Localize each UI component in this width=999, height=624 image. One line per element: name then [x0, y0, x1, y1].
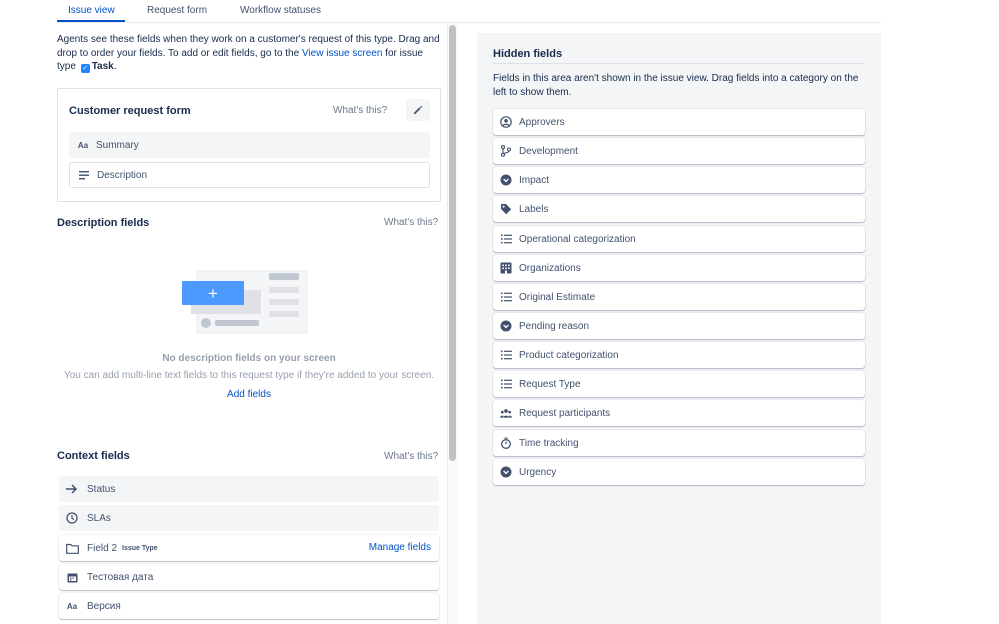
context-field-label: Тестовая дата: [87, 571, 154, 583]
context-field-version[interactable]: Aa Версия: [59, 593, 439, 619]
edit-request-form-button[interactable]: [406, 99, 430, 121]
stopwatch-icon: [500, 437, 512, 449]
pencil-icon: [414, 106, 422, 114]
tab-bar: Issue view Request form Workflow statuse…: [57, 0, 881, 23]
whats-this-link[interactable]: What's this?: [384, 217, 438, 228]
hidden-field-label: Operational categorization: [519, 233, 636, 245]
list-icon: [500, 233, 512, 245]
hidden-field-label: Time tracking: [519, 437, 579, 449]
hidden-field-label: Impact: [519, 174, 550, 186]
form-field-summary[interactable]: Aa Summary: [69, 132, 430, 158]
hidden-field-product-categorization[interactable]: Product categorization: [493, 342, 865, 368]
context-field-status[interactable]: Status: [59, 476, 439, 502]
people-icon: [500, 407, 512, 419]
hidden-field-pending-reason[interactable]: Pending reason: [493, 313, 865, 339]
empty-description-illustration: +: [182, 269, 311, 341]
hidden-field-label: Labels: [519, 203, 549, 215]
hidden-field-time-tracking[interactable]: Time tracking: [493, 430, 865, 456]
list-icon: [500, 378, 512, 390]
intro-text-part: .: [113, 61, 117, 72]
hidden-field-label: Approvers: [519, 116, 565, 128]
hidden-field-operational-categorization[interactable]: Operational categorization: [493, 226, 865, 252]
intro-text: Agents see these fields when they work o…: [57, 33, 441, 74]
context-field-label: Field 2: [87, 542, 118, 554]
person-circle-icon: [500, 116, 512, 128]
context-field-label: Status: [87, 483, 116, 495]
view-issue-screen-link[interactable]: View issue screen: [302, 48, 382, 59]
hidden-field-organizations[interactable]: Organizations: [493, 255, 865, 281]
hidden-field-approvers[interactable]: Approvers: [493, 109, 865, 135]
branch-icon: [500, 145, 512, 157]
issue-view-layout-panel: Agents see these fields when they work o…: [57, 23, 443, 624]
chevron-circle-icon: [500, 320, 512, 332]
hidden-field-label: Organizations: [519, 262, 581, 274]
hidden-fields-panel: Hidden fields Fields in this area aren't…: [477, 33, 881, 624]
hidden-field-original-estimate[interactable]: Original Estimate: [493, 284, 865, 310]
chevron-circle-icon: [500, 174, 512, 186]
hidden-field-label: Request Type: [519, 378, 581, 390]
tab-workflow-statuses[interactable]: Workflow statuses: [240, 5, 321, 16]
context-field-field-2[interactable]: Field 2 Issue Type Manage fields: [59, 535, 439, 561]
form-field-description[interactable]: Description: [69, 162, 430, 188]
context-field-label: SLAs: [87, 512, 111, 524]
paragraph-icon: [78, 170, 90, 180]
scrollbar-thumb[interactable]: [449, 25, 456, 461]
list-icon: [500, 349, 512, 361]
plus-icon: +: [208, 284, 218, 303]
hidden-field-development[interactable]: Development: [493, 138, 865, 164]
context-fields-title: Context fields: [57, 450, 130, 462]
manage-fields-link[interactable]: Manage fields: [369, 542, 431, 553]
tab-issue-view[interactable]: Issue view: [68, 5, 115, 16]
hidden-field-request-type[interactable]: Request Type: [493, 371, 865, 397]
field-source-label: Issue Type: [122, 544, 158, 552]
description-fields-title: Description fields: [57, 217, 150, 229]
folder-icon: [65, 543, 79, 554]
text-field-icon: Aa: [66, 601, 78, 611]
form-field-label: Description: [97, 169, 148, 181]
empty-state-title: No description fields on your screen: [162, 353, 336, 364]
calendar-icon: [65, 572, 79, 583]
hidden-field-label: Original Estimate: [519, 291, 596, 303]
context-field-test-date[interactable]: Тестовая дата: [59, 564, 439, 590]
whats-this-link[interactable]: What's this?: [333, 105, 387, 116]
hidden-field-label: Pending reason: [519, 320, 590, 332]
task-type-icon: ✓: [80, 64, 90, 73]
hidden-field-label: Product categorization: [519, 349, 619, 361]
hidden-field-label: Urgency: [519, 466, 557, 478]
list-icon: [500, 291, 512, 303]
hidden-field-label: Development: [519, 145, 578, 157]
hidden-field-request-participants[interactable]: Request participants: [493, 400, 865, 426]
add-fields-link[interactable]: Add fields: [57, 389, 441, 400]
text-field-icon: Aa: [77, 140, 89, 150]
hidden-field-impact[interactable]: Impact: [493, 167, 865, 193]
hidden-fields-description: Fields in this area aren't shown in the …: [493, 73, 859, 98]
hidden-field-labels[interactable]: Labels: [493, 196, 865, 222]
customer-request-form-section: Customer request form What's this? Aa Su…: [57, 88, 441, 202]
empty-state-description: You can add multi-line text fields to th…: [63, 370, 435, 381]
customer-request-form-title: Customer request form: [69, 105, 191, 117]
tab-request-form[interactable]: Request form: [147, 5, 207, 16]
form-field-label: Summary: [96, 139, 139, 151]
clock-icon: [65, 512, 79, 524]
issue-type-name: Task: [91, 61, 114, 72]
hidden-fields-title: Hidden fields: [493, 48, 563, 60]
context-field-label: Версия: [87, 600, 121, 612]
hidden-field-urgency[interactable]: Urgency: [493, 459, 865, 485]
chevron-circle-icon: [500, 466, 512, 478]
organization-icon: [500, 262, 512, 274]
arrow-right-icon: [65, 484, 79, 494]
whats-this-link[interactable]: What's this?: [384, 451, 438, 462]
hidden-field-label: Request participants: [519, 407, 611, 419]
active-tab-indicator: [57, 20, 125, 22]
divider: [493, 63, 865, 64]
context-field-slas[interactable]: SLAs: [59, 505, 439, 531]
tag-icon: [500, 203, 512, 215]
